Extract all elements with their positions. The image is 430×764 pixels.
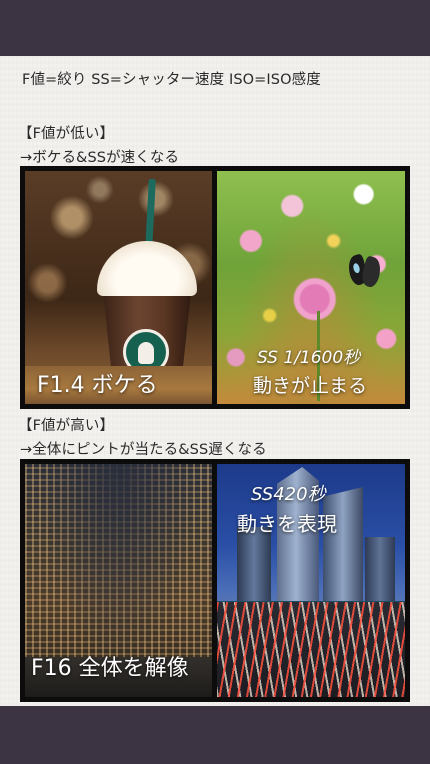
butterfly — [345, 253, 384, 291]
whipped-cream-dome — [97, 241, 197, 296]
building — [365, 537, 395, 607]
building — [237, 527, 271, 607]
slow-shutter-speed-label: SS420秒 — [251, 484, 326, 505]
low-aperture-photo-grid: F1.4 ボケる SS 1/1600秒 動きが止まる — [20, 166, 410, 409]
low-aperture-summary: →ボケる&SSが速くなる — [20, 150, 180, 166]
high-aperture-photo-grid: F16 全体を解像 SS420秒 動きを表現 — [20, 459, 410, 702]
fast-shutter-speed-label: SS 1/1600秒 — [257, 348, 361, 368]
straw — [145, 178, 156, 250]
fast-shutter-effect-label: 動きが止まる — [253, 375, 368, 397]
high-aperture-summary: →全体にピントが当たる&SS遅くなる — [20, 442, 267, 458]
cosmos-butterfly-photo: SS 1/1600秒 動きが止まる — [217, 171, 405, 404]
city-night-photo: F16 全体を解像 — [25, 464, 212, 697]
bottom-bar — [0, 706, 430, 764]
light-trails-road — [217, 602, 405, 697]
building — [323, 487, 363, 607]
low-aperture-caption: F1.4 ボケる — [37, 373, 158, 398]
slow-shutter-effect-label: 動きを表現 — [237, 512, 337, 536]
top-bar — [0, 0, 430, 56]
skyscraper-light-trails-photo: SS420秒 動きを表現 — [217, 464, 405, 697]
coffee-bokeh-photo: F1.4 ボケる — [25, 171, 212, 404]
legend-line: F値=絞り SS=シャッター速度 ISO=ISO感度 — [22, 72, 321, 88]
high-aperture-heading: 【F値が高い】 — [18, 418, 115, 434]
low-aperture-heading: 【F値が低い】 — [18, 126, 115, 142]
high-aperture-caption: F16 全体を解像 — [31, 656, 189, 681]
